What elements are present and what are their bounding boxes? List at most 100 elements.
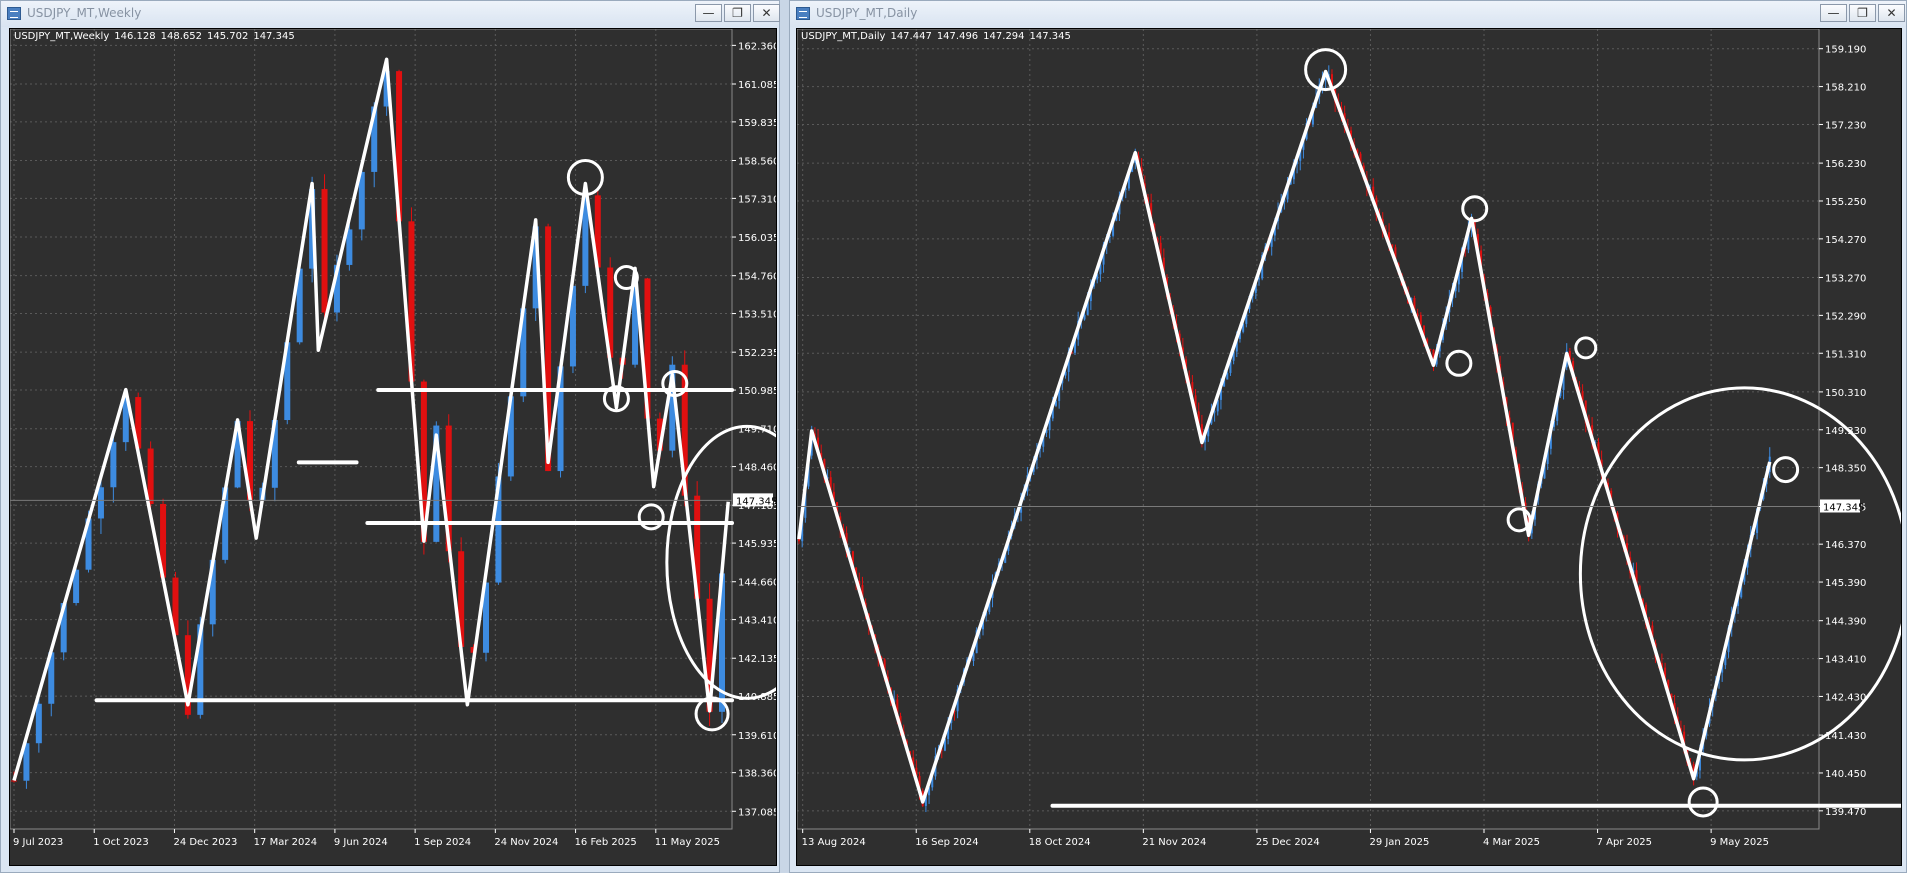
time-axis: 9 Jul 2023 1 Oct 2023 24 Dec 2023 17 Mar 20… xyxy=(13,829,720,848)
chart-window-icon xyxy=(7,7,21,20)
weekly-chart-svg[interactable]: 162.360 161.085 159.835 158.560 157.310 156.0… xyxy=(10,29,776,865)
price-tick-label: 146.370 xyxy=(1825,540,1866,551)
price-axis: 162.360 161.085 159.835 158.560 157.310 156.0… xyxy=(732,41,776,818)
candle-body xyxy=(1083,314,1086,320)
time-tick-label: 13 Aug 2024 xyxy=(802,837,866,848)
candle-body xyxy=(147,448,154,505)
minimize-button[interactable]: — xyxy=(1820,4,1847,22)
price-tick-label: 142.430 xyxy=(1825,692,1866,703)
daily-price-chart[interactable]: 159.190 158.210 157.230 156.230 155.250 154.2… xyxy=(796,28,1902,866)
price-tick-label: 157.310 xyxy=(738,194,776,205)
highlight-circle xyxy=(1574,336,1598,360)
grid-lines xyxy=(10,29,732,829)
price-tick-label: 140.450 xyxy=(1825,769,1866,780)
price-tick-label: 140.885 xyxy=(738,692,776,703)
candle-body xyxy=(1416,313,1419,316)
price-tick-label: 151.310 xyxy=(1825,349,1866,360)
price-axis: 159.190 158.210 157.230 156.230 155.250 154.2… xyxy=(1819,45,1866,818)
highlight-circle xyxy=(637,503,665,531)
price-tick-label: 138.360 xyxy=(738,769,776,780)
weekly-ohlc-header: USDJPY_MT,Weekly 146.128 148.652 145.702 147… xyxy=(14,31,300,42)
candle-body xyxy=(346,229,353,265)
daily-ohlc-header: USDJPY_MT,Daily 147.447 147.496 147.294 147.… xyxy=(801,31,1076,42)
time-tick-label: 16 Sep 2024 xyxy=(915,837,978,848)
price-tick-label: 144.660 xyxy=(738,578,776,589)
time-tick-label: 16 Feb 2025 xyxy=(575,837,637,848)
last-price-label: 147.345 xyxy=(736,496,776,507)
time-tick-label: 4 Mar 2025 xyxy=(1483,837,1540,848)
price-tick-label: 145.390 xyxy=(1825,578,1866,589)
time-tick-label: 29 Jan 2025 xyxy=(1369,837,1429,848)
time-tick-label: 7 Apr 2025 xyxy=(1597,837,1652,848)
candle-body xyxy=(321,189,328,313)
time-tick-label: 25 Dec 2024 xyxy=(1256,837,1320,848)
price-tick-label: 149.710 xyxy=(738,425,776,436)
price-tick-label: 158.560 xyxy=(738,157,776,168)
time-tick-label: 24 Nov 2024 xyxy=(494,837,558,848)
close-button[interactable]: ✕ xyxy=(1878,4,1905,22)
price-tick-label: 156.230 xyxy=(1825,159,1866,170)
window-title: USDJPY_MT,Daily xyxy=(816,6,918,20)
daily-chart-svg[interactable]: 159.190 158.210 157.230 156.230 155.250 154.2… xyxy=(797,29,1901,865)
price-tick-label: 142.135 xyxy=(738,654,776,665)
time-tick-label: 18 Oct 2024 xyxy=(1029,837,1091,848)
price-tick-label: 159.190 xyxy=(1825,45,1866,56)
symbol-label: USDJPY_MT,Weekly xyxy=(14,31,110,42)
price-tick-label: 156.035 xyxy=(738,233,776,244)
price-tick-label: 144.390 xyxy=(1825,617,1866,628)
price-tick-label: 150.985 xyxy=(738,386,776,397)
weekly-chart-window[interactable]: USDJPY_MT,Weekly — ❐ ✕ 162.360 161.085 159… xyxy=(0,0,780,873)
price-tick-label: 154.760 xyxy=(738,272,776,283)
price-tick-label: 154.270 xyxy=(1825,235,1866,246)
price-tick-label: 139.610 xyxy=(738,731,776,742)
minimize-button[interactable]: — xyxy=(695,4,722,22)
price-tick-label: 149.330 xyxy=(1825,426,1866,437)
low-value: 145.702 xyxy=(206,31,249,42)
time-tick-label: 9 May 2025 xyxy=(1710,837,1769,848)
price-tick-label: 152.290 xyxy=(1825,311,1866,322)
highlight-circle xyxy=(1461,195,1489,223)
highlight-circle xyxy=(1687,786,1719,818)
high-value: 148.652 xyxy=(160,31,202,42)
time-tick-label: 9 Jun 2024 xyxy=(334,837,388,848)
candle-body xyxy=(97,487,104,519)
chart-window-icon xyxy=(796,7,810,20)
price-tick-label: 161.085 xyxy=(738,80,776,91)
price-tick-label: 143.410 xyxy=(1825,655,1866,666)
price-tick-label: 139.470 xyxy=(1825,807,1866,818)
price-tick-label: 152.235 xyxy=(738,348,776,359)
zigzag-trend-line xyxy=(12,57,730,781)
price-tick-label: 159.835 xyxy=(738,118,776,129)
plot-border xyxy=(797,29,1820,830)
window-titlebar[interactable]: USDJPY_MT,Weekly — ❐ ✕ xyxy=(1,1,780,27)
candle-body xyxy=(110,442,117,488)
close-value: 147.345 xyxy=(1029,31,1071,42)
high-value: 147.496 xyxy=(936,31,979,42)
maximize-button[interactable]: ❐ xyxy=(1849,4,1876,22)
candle-body xyxy=(35,703,42,744)
price-tick-label: 145.935 xyxy=(738,539,776,550)
price-tick-label: 137.085 xyxy=(738,807,776,818)
price-tick-label: 153.270 xyxy=(1825,274,1866,285)
time-tick-label: 9 Jul 2023 xyxy=(13,837,63,848)
price-tick-label: 148.460 xyxy=(738,463,776,474)
time-tick-label: 21 Nov 2024 xyxy=(1142,837,1206,848)
price-tick-label: 153.510 xyxy=(738,310,776,321)
last-price-label: 147.345 xyxy=(1823,502,1864,513)
close-button[interactable]: ✕ xyxy=(753,4,780,22)
maximize-button[interactable]: ❐ xyxy=(724,4,751,22)
price-tick-label: 148.350 xyxy=(1825,464,1866,475)
symbol-label: USDJPY_MT,Daily xyxy=(801,31,886,42)
open-value: 147.447 xyxy=(890,31,932,42)
daily-chart-window[interactable]: USDJPY_MT,Daily — ❐ ✕ 159.190 158.210 157.… xyxy=(789,0,1907,873)
candles xyxy=(11,65,725,789)
candle-body xyxy=(798,539,800,542)
window-titlebar[interactable]: USDJPY_MT,Daily — ❐ ✕ xyxy=(790,1,1906,27)
zigzag-trend-line xyxy=(797,69,1772,804)
price-tick-label: 155.250 xyxy=(1825,197,1866,208)
weekly-price-chart[interactable]: 162.360 161.085 159.835 158.560 157.310 156.0… xyxy=(9,28,777,866)
window-title: USDJPY_MT,Weekly xyxy=(27,6,142,20)
time-axis: 13 Aug 2024 16 Sep 2024 18 Oct 2024 21 Nov … xyxy=(802,829,1769,848)
candle-body xyxy=(11,780,17,782)
grid-lines xyxy=(797,29,1819,829)
